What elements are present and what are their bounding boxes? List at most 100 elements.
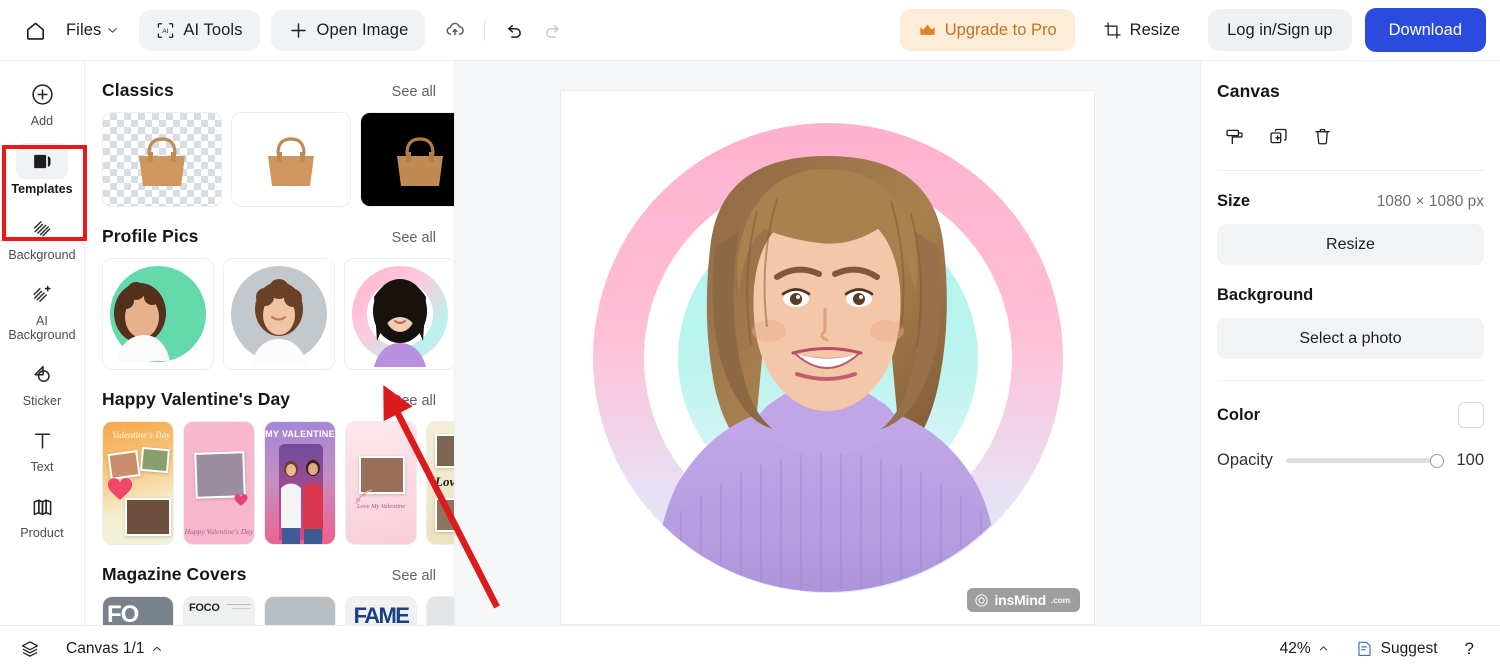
trash-icon[interactable] — [1305, 121, 1339, 151]
portrait-illustration — [373, 279, 427, 367]
magazine-card: FAME — [346, 597, 416, 625]
valentine-caption: Love — [435, 474, 455, 489]
sidebar-item-templates[interactable]: Templates — [5, 138, 79, 202]
template-thumb-magazine-gray[interactable] — [264, 596, 336, 625]
sidebar-item-ai-background[interactable]: AI Background — [5, 272, 79, 348]
templates-icon — [16, 143, 68, 179]
template-thumb-valentine-orange[interactable]: Valentine's Day — [102, 421, 174, 545]
redo-icon[interactable] — [533, 11, 571, 49]
ai-tools-button[interactable]: AI AI Tools — [139, 9, 260, 51]
template-thumb-magazine-plain[interactable] — [426, 596, 454, 625]
home-icon[interactable] — [16, 11, 54, 49]
template-thumb-profile-green[interactable] — [102, 258, 214, 370]
sidebar-item-text[interactable]: Text — [5, 418, 79, 480]
design-canvas[interactable]: insMind .com — [561, 91, 1094, 624]
suggest-button[interactable]: Suggest — [1344, 633, 1449, 665]
files-menu[interactable]: Files — [54, 13, 129, 48]
cloud-upload-icon[interactable] — [436, 11, 474, 49]
template-thumb-valentine-blush[interactable]: Love My Valentine — [345, 421, 417, 545]
chevron-down-icon — [108, 27, 118, 33]
magazine-card: FO — [103, 597, 173, 625]
handbag-illustration — [397, 137, 443, 187]
valentine-card: Love My Valentine — [346, 422, 416, 544]
hatch-icon — [19, 211, 65, 245]
thumbnail-row — [102, 258, 454, 370]
watermark-text: insMind — [994, 592, 1046, 608]
files-label: Files — [66, 20, 102, 39]
template-thumb-valentine-pink[interactable]: Happy Valentine's Day — [183, 421, 255, 545]
help-button[interactable]: ? — [1453, 633, 1486, 665]
background-row: Background — [1217, 286, 1484, 305]
text-t-icon — [19, 423, 65, 457]
opacity-slider[interactable] — [1285, 453, 1444, 468]
opacity-slider-knob[interactable] — [1430, 453, 1444, 468]
paint-roller-icon[interactable] — [1217, 121, 1251, 151]
login-label: Log in/Sign up — [1227, 20, 1333, 39]
select-photo-button[interactable]: Select a photo — [1217, 318, 1484, 359]
valentine-card: MY VALENTINE — [265, 422, 335, 544]
sidebar-item-sticker[interactable]: Sticker — [5, 352, 79, 414]
template-thumb-handbag-transparent[interactable] — [102, 112, 222, 207]
see-all-link[interactable]: See all — [392, 84, 436, 100]
sidebar-item-add[interactable]: Add — [5, 72, 79, 134]
sidebar-item-label: Text — [30, 460, 54, 474]
layers-icon[interactable] — [14, 634, 46, 664]
zoom-selector[interactable]: 42% — [1269, 633, 1340, 665]
floral-icon — [355, 489, 373, 505]
template-thumb-magazine-foco-light[interactable]: FOCO — [183, 596, 255, 625]
bottombar-right: 42% Suggest ? — [1269, 633, 1486, 665]
sidebar-item-product[interactable]: Product — [5, 484, 79, 546]
sidebar-item-label: Templates — [11, 182, 73, 196]
resize-canvas-button[interactable]: Resize — [1217, 224, 1484, 265]
zoom-label: 42% — [1279, 639, 1311, 657]
magazine-card — [427, 597, 454, 625]
valentine-card: Valentine's Day — [103, 422, 173, 544]
section-title: Happy Valentine's Day — [102, 389, 291, 409]
resize-button[interactable]: Resize — [1089, 9, 1194, 51]
open-image-label: Open Image — [316, 20, 409, 39]
toolbar-divider — [484, 19, 486, 41]
sidebar-item-background[interactable]: Background — [5, 206, 79, 268]
template-thumb-handbag-white[interactable] — [231, 112, 351, 207]
upgrade-to-pro-button[interactable]: Upgrade to Pro — [899, 9, 1075, 51]
profile-preview — [345, 259, 454, 369]
template-thumb-magazine-fame[interactable]: FAME — [345, 596, 417, 625]
section-header: Happy Valentine's Day See all — [102, 389, 454, 410]
template-thumb-valentine-cream[interactable]: Love — [426, 421, 455, 545]
panel-divider — [1217, 380, 1484, 381]
see-all-link[interactable]: See all — [392, 393, 436, 409]
template-thumb-valentine-purple[interactable]: MY VALENTINE — [264, 421, 336, 545]
app-root: Files AI AI Tools Open Image Upgrade to … — [0, 0, 1500, 671]
size-value: 1080 × 1080 px — [1376, 192, 1484, 210]
open-image-button[interactable]: Open Image — [270, 9, 426, 51]
thumbnail-row: FO FOCO FAME — [102, 596, 454, 625]
sticker-icon — [19, 357, 65, 391]
template-thumb-profile-gray[interactable] — [223, 258, 335, 370]
template-thumb-handbag-black[interactable] — [360, 112, 454, 207]
portrait-photo[interactable] — [561, 91, 1094, 624]
heart-icon — [234, 494, 248, 506]
product-icon — [19, 489, 65, 523]
canvas-area[interactable]: insMind .com — [455, 61, 1200, 625]
see-all-link[interactable]: See all — [392, 230, 436, 246]
bottombar-left: Canvas 1/1 — [14, 633, 174, 665]
valentine-card: Happy Valentine's Day — [184, 422, 254, 544]
magazine-card: FOCO — [184, 597, 254, 625]
template-thumb-profile-pink[interactable] — [344, 258, 454, 370]
download-button[interactable]: Download — [1364, 8, 1486, 52]
bottom-statusbar: Canvas 1/1 42% Suggest ? — [0, 625, 1500, 671]
resize-label: Resize — [1129, 20, 1181, 39]
undo-icon[interactable] — [495, 11, 533, 49]
color-swatch[interactable] — [1458, 402, 1484, 428]
thumbnail-row: Valentine's Day Happy Valentine's Day MY… — [102, 421, 454, 545]
template-section-magazine-covers: Magazine Covers See all FO FOCO FAME — [102, 564, 454, 625]
crown-icon — [920, 24, 935, 35]
login-signup-button[interactable]: Log in/Sign up — [1208, 9, 1352, 51]
see-all-link[interactable]: See all — [392, 568, 436, 584]
canvas-page-selector[interactable]: Canvas 1/1 — [55, 633, 174, 665]
template-thumb-magazine-foco-dark[interactable]: FO — [102, 596, 174, 625]
template-section-valentines: Happy Valentine's Day See all Valentine'… — [102, 389, 454, 545]
color-row: Color — [1217, 402, 1484, 428]
duplicate-add-icon[interactable] — [1261, 121, 1295, 151]
download-label: Download — [1388, 20, 1462, 39]
